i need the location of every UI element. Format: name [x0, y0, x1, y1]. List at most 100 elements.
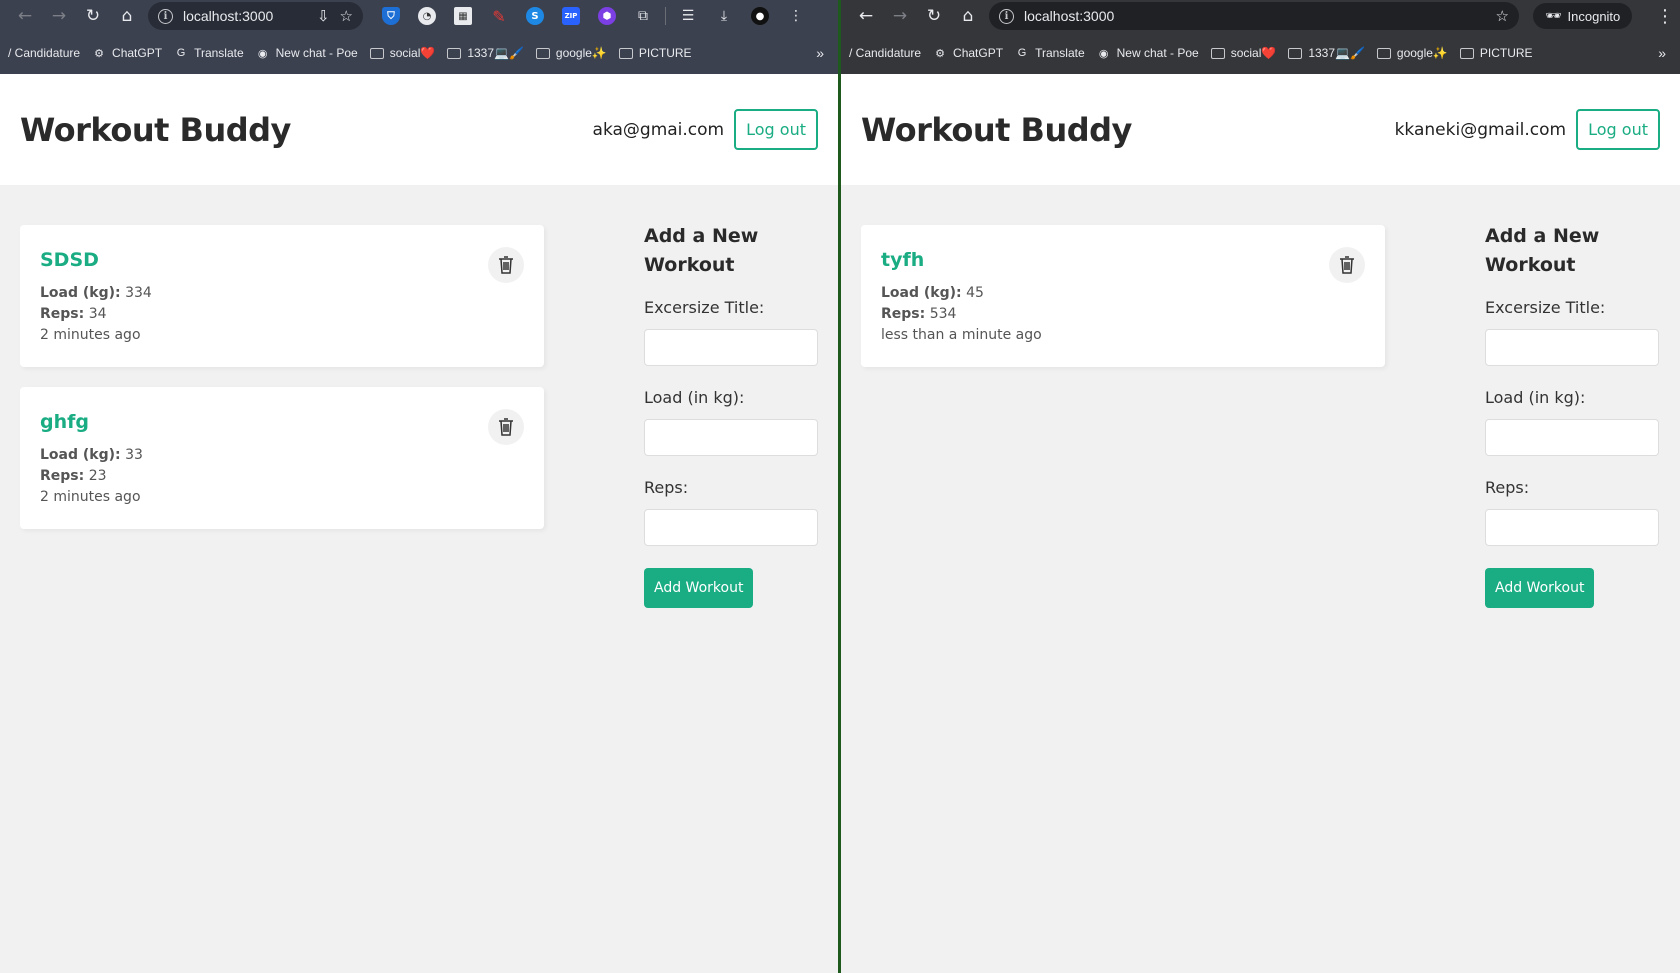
bookmark-folder-google[interactable]: google✨	[535, 46, 607, 60]
forward-arrow-icon[interactable]: →	[42, 0, 76, 32]
bookmark-folder-social[interactable]: social❤️	[1210, 46, 1276, 60]
profile-avatar-icon[interactable]: ●	[742, 0, 778, 32]
load-label: Load (in kg):	[644, 388, 745, 407]
bookmarks-bar: / Candidature ⚙ ChatGPT G Translate ◉ New c…	[841, 32, 1680, 74]
address-bar[interactable]: i localhost:3000 ☆	[989, 2, 1519, 30]
menu-dots-icon[interactable]: ⋮	[778, 0, 814, 32]
bookmark-poe[interactable]: ◉ New chat - Poe	[256, 46, 358, 60]
load-label: Load (kg):	[40, 447, 121, 463]
forward-arrow-icon[interactable]: →	[883, 0, 917, 32]
delete-workout-button[interactable]	[488, 409, 524, 445]
delete-workout-button[interactable]	[1329, 247, 1365, 283]
bookmark-candidature[interactable]: / Candidature	[849, 46, 921, 60]
shazam-extension-icon[interactable]: S	[517, 0, 553, 32]
bookmark-folder-google[interactable]: google✨	[1376, 46, 1448, 60]
load-value: 334	[125, 285, 152, 301]
bookmarks-overflow-icon[interactable]: »	[816, 45, 824, 61]
add-workout-button[interactable]: Add Workout	[644, 568, 754, 608]
browser-window-left: ← → ↻ ⌂ i localhost:3000 ⇩ ☆ ⛉ ◔ ▦ ✎ S Z…	[0, 0, 838, 973]
app-brand[interactable]: Workout Buddy	[861, 111, 1132, 149]
site-info-icon[interactable]: i	[158, 8, 173, 24]
form-title: Add a New Workout	[644, 222, 818, 280]
site-info-icon[interactable]: i	[999, 8, 1014, 24]
incognito-icon: 🕶	[1545, 8, 1562, 23]
bookmark-label: google✨	[555, 46, 607, 60]
back-arrow-icon[interactable]: ←	[849, 0, 883, 32]
workout-reps: Reps: 23	[40, 466, 524, 487]
bookmark-label: PICTURE	[638, 46, 692, 60]
workout-reps: Reps: 34	[40, 304, 524, 325]
bookmarks-overflow-icon[interactable]: »	[1658, 45, 1666, 61]
workout-card: tyfh Load (kg): 45 Reps: 534 less than a…	[861, 225, 1385, 367]
folder-icon	[535, 47, 550, 59]
incognito-label: Incognito	[1567, 8, 1621, 24]
exercise-title-input[interactable]	[1485, 329, 1659, 366]
bookmark-folder-1337[interactable]: 1337💻🖌️	[1288, 46, 1365, 60]
browser-toolbar: ← → ↻ ⌂ i localhost:3000 ☆ 🕶 Incognito ⋮	[841, 0, 1680, 32]
bookmark-label: 1337💻🖌️	[467, 46, 524, 60]
reps-label: Reps:	[881, 306, 926, 322]
bookmark-chatgpt[interactable]: ⚙ ChatGPT	[933, 46, 1003, 60]
logout-button[interactable]: Log out	[734, 109, 818, 150]
load-input[interactable]	[644, 419, 818, 456]
reload-icon[interactable]: ↻	[76, 0, 110, 32]
user-email: aka@gmai.com	[592, 119, 725, 140]
load-input[interactable]	[1485, 419, 1659, 456]
speedometer-extension-icon[interactable]: ◔	[409, 0, 445, 32]
zip-extension-icon[interactable]: ZIP	[553, 0, 589, 32]
workout-title: ghfg	[40, 411, 89, 433]
google-icon: G	[176, 47, 186, 59]
install-app-icon[interactable]: ⇩	[317, 7, 330, 25]
reps-input[interactable]	[1485, 509, 1659, 546]
home-icon[interactable]: ⌂	[110, 0, 144, 32]
reps-label: Reps:	[40, 468, 85, 484]
poe-icon: ◉	[257, 47, 268, 60]
bookmark-folder-picture[interactable]: PICTURE	[618, 46, 692, 60]
reps-value: 34	[88, 306, 107, 322]
back-arrow-icon[interactable]: ←	[8, 0, 42, 32]
menu-dots-icon[interactable]: ⋮	[1650, 6, 1680, 27]
workout-load: Load (kg): 334	[40, 283, 524, 304]
incognito-badge[interactable]: 🕶 Incognito	[1533, 3, 1633, 29]
reload-icon[interactable]: ↻	[917, 0, 951, 32]
reps-input[interactable]	[644, 509, 818, 546]
bookmark-chatgpt[interactable]: ⚙ ChatGPT	[92, 46, 162, 60]
bookmark-star-icon[interactable]: ☆	[1496, 7, 1509, 25]
bookmark-label: Translate	[1035, 46, 1085, 60]
url-text: localhost:3000	[1024, 8, 1115, 24]
puzzle-extensions-icon[interactable]: ⧉	[625, 0, 661, 32]
download-icon[interactable]: ⤓	[706, 0, 742, 32]
workouts-list: SDSD Load (kg): 334 Reps: 34 2 minutes a…	[20, 225, 544, 549]
home-icon[interactable]: ⌂	[951, 0, 985, 32]
app-brand[interactable]: Workout Buddy	[20, 111, 291, 149]
reps-label: Reps:	[644, 478, 689, 497]
bookmark-poe[interactable]: ◉ New chat - Poe	[1097, 46, 1199, 60]
qr-code-extension-icon[interactable]: ▦	[445, 0, 481, 32]
bookmark-folder-picture[interactable]: PICTURE	[1459, 46, 1533, 60]
bookmark-translate[interactable]: G Translate	[174, 46, 244, 60]
bookmark-label: / Candidature	[849, 46, 922, 60]
badge-extension-icon[interactable]: ⬢	[589, 0, 625, 32]
workout-card: SDSD Load (kg): 334 Reps: 34 2 minutes a…	[20, 225, 544, 367]
logout-button[interactable]: Log out	[1576, 109, 1660, 150]
google-icon: G	[1017, 47, 1027, 59]
bookmark-folder-social[interactable]: social❤️	[369, 46, 435, 60]
reading-list-icon[interactable]: ☰	[670, 0, 706, 32]
address-bar[interactable]: i localhost:3000 ⇩ ☆	[148, 2, 363, 30]
form-title-line: Workout	[644, 254, 735, 276]
workout-load: Load (kg): 45	[881, 283, 1365, 304]
delete-workout-button[interactable]	[488, 247, 524, 283]
app-navbar: Workout Buddy kkaneki@gmail.com Log out	[841, 74, 1680, 185]
bookmark-star-icon[interactable]: ☆	[340, 7, 353, 25]
pen-extension-icon[interactable]: ✎	[481, 0, 517, 32]
bookmark-translate[interactable]: G Translate	[1015, 46, 1085, 60]
bookmark-folder-1337[interactable]: 1337💻🖌️	[447, 46, 524, 60]
shield-extension-icon[interactable]: ⛉	[373, 0, 409, 32]
workout-card: ghfg Load (kg): 33 Reps: 23 2 minutes ag…	[20, 387, 544, 529]
add-workout-button[interactable]: Add Workout	[1485, 568, 1595, 608]
load-value: 33	[125, 447, 143, 463]
reps-value: 23	[88, 468, 107, 484]
exercise-title-input[interactable]	[644, 329, 818, 366]
bookmark-candidature[interactable]: / Candidature	[8, 46, 80, 60]
browser-window-right: ← → ↻ ⌂ i localhost:3000 ☆ 🕶 Incognito ⋮…	[841, 0, 1680, 973]
